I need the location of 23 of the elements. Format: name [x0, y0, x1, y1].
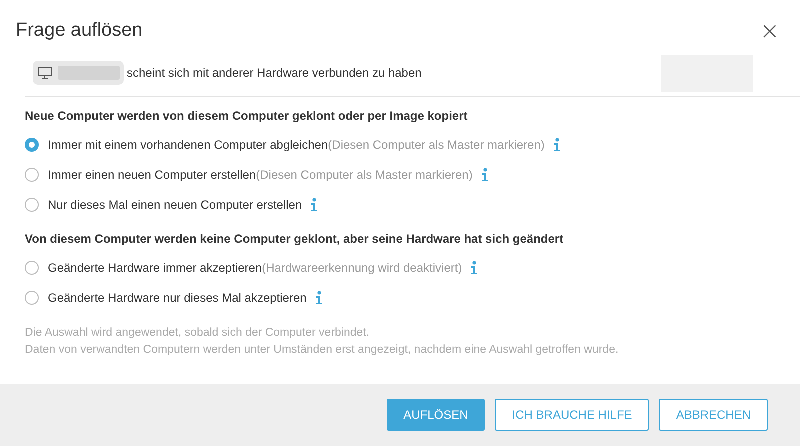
- option-label[interactable]: Geänderte Hardware nur dieses Mal akzeptieren: [48, 291, 307, 305]
- option-label[interactable]: Geänderte Hardware immer akzeptieren(Hardwareerkennung wird deaktiviert): [48, 261, 462, 275]
- info-icon[interactable]: [314, 291, 323, 305]
- option-label[interactable]: Immer mit einem vorhandenen Computer abgleichen(Diesen Computer als Master markieren): [48, 138, 545, 152]
- info-icon[interactable]: [470, 261, 478, 275]
- radio-button[interactable]: [25, 138, 39, 152]
- note-text: Die Auswahl wird angewendet, sobald sich der Computer verbindet.: [25, 326, 371, 341]
- radio-button[interactable]: [25, 198, 39, 212]
- dialog-title: Frage auflösen: [16, 20, 143, 42]
- option-label[interactable]: Immer einen neuen Computer erstellen(Diesen Computer als Master markieren): [48, 168, 473, 182]
- radio-button[interactable]: [25, 168, 39, 182]
- info-icon[interactable]: [310, 198, 318, 212]
- close-button[interactable]: ×: [756, 17, 784, 45]
- section-heading: Von diesem Computer werden keine Computer geklont, aber seine Hardware hat sich geändert: [25, 232, 565, 246]
- device-message: scheint sich mit anderer Hardware verbunden zu haben: [127, 66, 422, 80]
- option-label[interactable]: Nur dieses Mal einen neuen Computer erstellen: [48, 198, 302, 212]
- section-heading: Neue Computer werden von diesem Computer geklont oder per Image kopiert: [25, 109, 469, 123]
- note-text: Daten von verwandten Computern werden unter Umständen erst angezeigt, nachdem eine Auswahl getroffen wurde.: [25, 343, 620, 358]
- radio-button[interactable]: [25, 291, 39, 305]
- monitor-icon: [38, 67, 52, 79]
- radio-button[interactable]: [25, 261, 39, 275]
- info-icon[interactable]: [552, 138, 561, 152]
- info-icon[interactable]: [480, 168, 489, 182]
